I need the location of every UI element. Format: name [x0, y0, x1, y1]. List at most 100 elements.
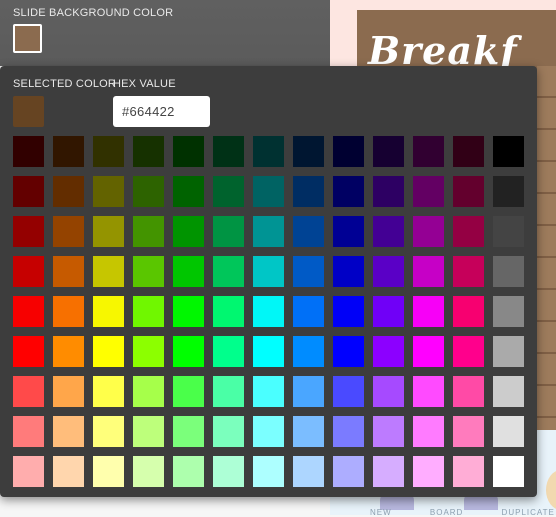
color-swatch[interactable]	[93, 176, 124, 207]
color-swatch[interactable]	[453, 336, 484, 367]
color-swatch[interactable]	[213, 416, 244, 447]
color-swatch[interactable]	[213, 336, 244, 367]
color-swatch[interactable]	[93, 336, 124, 367]
color-swatch[interactable]	[53, 136, 84, 167]
color-swatch[interactable]	[173, 256, 204, 287]
color-swatch[interactable]	[373, 136, 404, 167]
color-swatch[interactable]	[453, 136, 484, 167]
color-swatch[interactable]	[413, 256, 444, 287]
color-swatch[interactable]	[133, 136, 164, 167]
color-swatch[interactable]	[493, 296, 524, 327]
color-swatch[interactable]	[53, 416, 84, 447]
color-swatch[interactable]	[293, 136, 324, 167]
color-swatch[interactable]	[53, 376, 84, 407]
color-swatch[interactable]	[173, 176, 204, 207]
color-swatch[interactable]	[293, 296, 324, 327]
color-swatch[interactable]	[53, 456, 84, 487]
color-swatch[interactable]	[133, 256, 164, 287]
color-swatch[interactable]	[493, 136, 524, 167]
color-swatch[interactable]	[253, 216, 284, 247]
color-swatch[interactable]	[133, 336, 164, 367]
color-swatch[interactable]	[173, 296, 204, 327]
color-swatch[interactable]	[93, 296, 124, 327]
color-swatch[interactable]	[373, 376, 404, 407]
color-swatch[interactable]	[253, 136, 284, 167]
color-swatch[interactable]	[373, 336, 404, 367]
color-swatch[interactable]	[53, 256, 84, 287]
color-swatch[interactable]	[213, 456, 244, 487]
color-swatch[interactable]	[293, 376, 324, 407]
color-swatch[interactable]	[413, 296, 444, 327]
color-swatch[interactable]	[13, 256, 44, 287]
color-swatch[interactable]	[13, 176, 44, 207]
color-swatch[interactable]	[453, 296, 484, 327]
color-swatch[interactable]	[133, 456, 164, 487]
slide-background-swatch[interactable]	[13, 24, 42, 53]
color-swatch[interactable]	[413, 136, 444, 167]
color-swatch[interactable]	[333, 456, 364, 487]
color-swatch[interactable]	[373, 216, 404, 247]
color-swatch[interactable]	[333, 136, 364, 167]
color-swatch[interactable]	[333, 176, 364, 207]
color-swatch[interactable]	[293, 456, 324, 487]
color-swatch[interactable]	[413, 416, 444, 447]
color-swatch[interactable]	[453, 216, 484, 247]
color-swatch[interactable]	[173, 336, 204, 367]
color-swatch[interactable]	[133, 216, 164, 247]
color-swatch[interactable]	[213, 136, 244, 167]
color-swatch[interactable]	[53, 336, 84, 367]
color-swatch[interactable]	[493, 176, 524, 207]
color-swatch[interactable]	[253, 336, 284, 367]
color-swatch[interactable]	[493, 256, 524, 287]
color-swatch[interactable]	[13, 376, 44, 407]
color-swatch[interactable]	[93, 416, 124, 447]
color-swatch[interactable]	[293, 256, 324, 287]
color-swatch[interactable]	[413, 336, 444, 367]
color-swatch[interactable]	[213, 376, 244, 407]
color-swatch[interactable]	[373, 256, 404, 287]
color-swatch[interactable]	[13, 416, 44, 447]
color-swatch[interactable]	[13, 336, 44, 367]
color-swatch[interactable]	[133, 176, 164, 207]
color-swatch[interactable]	[53, 296, 84, 327]
color-swatch[interactable]	[293, 216, 324, 247]
color-swatch[interactable]	[413, 376, 444, 407]
color-swatch[interactable]	[453, 376, 484, 407]
color-swatch[interactable]	[493, 336, 524, 367]
color-swatch[interactable]	[453, 256, 484, 287]
color-swatch[interactable]	[253, 296, 284, 327]
color-swatch[interactable]	[413, 456, 444, 487]
color-swatch[interactable]	[293, 176, 324, 207]
color-swatch[interactable]	[213, 216, 244, 247]
color-swatch[interactable]	[453, 176, 484, 207]
color-swatch[interactable]	[253, 176, 284, 207]
color-swatch[interactable]	[373, 456, 404, 487]
color-swatch[interactable]	[93, 216, 124, 247]
color-swatch[interactable]	[13, 456, 44, 487]
color-swatch[interactable]	[173, 376, 204, 407]
color-swatch[interactable]	[373, 296, 404, 327]
color-swatch[interactable]	[213, 176, 244, 207]
color-swatch[interactable]	[413, 216, 444, 247]
color-swatch[interactable]	[253, 416, 284, 447]
color-swatch[interactable]	[293, 416, 324, 447]
color-swatch[interactable]	[53, 176, 84, 207]
color-swatch[interactable]	[213, 256, 244, 287]
color-swatch[interactable]	[133, 416, 164, 447]
color-swatch[interactable]	[173, 416, 204, 447]
color-swatch[interactable]	[493, 456, 524, 487]
color-swatch[interactable]	[493, 376, 524, 407]
color-swatch[interactable]	[253, 376, 284, 407]
color-swatch[interactable]	[133, 376, 164, 407]
color-swatch[interactable]	[373, 176, 404, 207]
color-swatch[interactable]	[333, 256, 364, 287]
color-swatch[interactable]	[13, 136, 44, 167]
color-swatch[interactable]	[213, 296, 244, 327]
color-swatch[interactable]	[13, 216, 44, 247]
color-swatch[interactable]	[293, 336, 324, 367]
color-swatch[interactable]	[333, 416, 364, 447]
color-swatch[interactable]	[93, 456, 124, 487]
color-swatch[interactable]	[253, 456, 284, 487]
color-swatch[interactable]	[173, 456, 204, 487]
color-swatch[interactable]	[253, 256, 284, 287]
